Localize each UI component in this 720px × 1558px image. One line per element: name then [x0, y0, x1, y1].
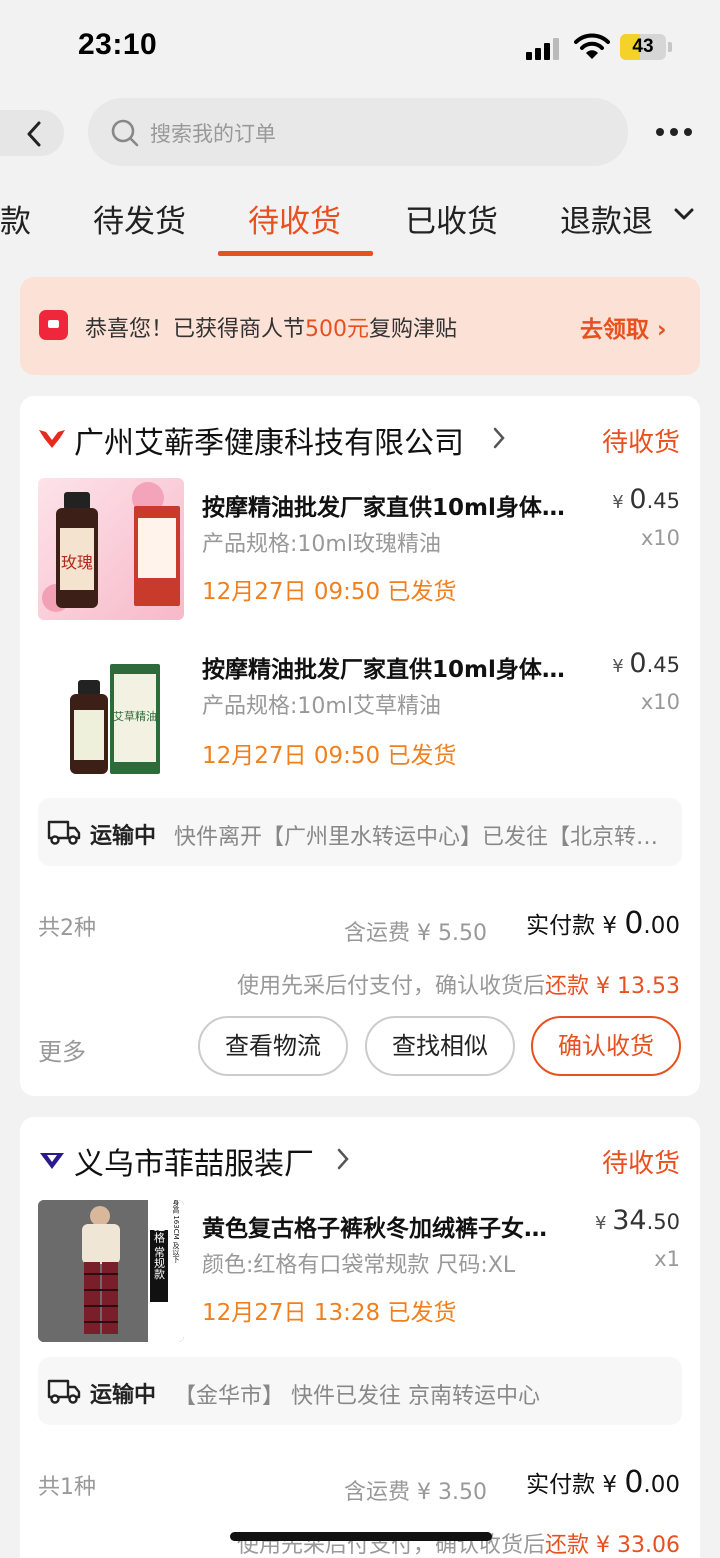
product-price: ¥ 0.45: [612, 484, 680, 515]
tab-to-receive[interactable]: 待收货: [248, 196, 341, 241]
logistics-text: 【金华市】 快件已发往 京南转运中心: [174, 1384, 540, 1409]
order-card: 义乌市菲喆服装厂 待收货 红格 常规款 建议身高 163CM 及以下 黄色复古格…: [20, 1117, 700, 1558]
svg-text:艾草精油: 艾草精油: [113, 709, 157, 723]
truck-icon: [47, 1379, 81, 1404]
svg-text:玫瑰: 玫瑰: [61, 553, 93, 572]
item-count: 共1种: [38, 1475, 96, 1500]
ship-time: 12月27日 09:50 已发货: [202, 579, 457, 605]
logistics-bar[interactable]: 运输中 【金华市】 快件已发往 京南转运中心: [38, 1357, 682, 1425]
product-title[interactable]: 黄色复古格子裤秋冬加绒裤子女宽松: [202, 1209, 564, 1243]
status-bar: 23:10 43: [0, 0, 720, 95]
product-qty: x1: [654, 1247, 680, 1271]
promo-claim-link[interactable]: 去领取 ›: [580, 310, 667, 344]
shop-name[interactable]: 义乌市菲喆服装厂: [74, 1139, 314, 1183]
order-status: 待收货: [601, 428, 680, 458]
shop-name[interactable]: 广州艾蕲季健康科技有限公司: [74, 418, 464, 462]
view-logistics-button[interactable]: 查看物流: [198, 1016, 348, 1076]
signal-icon: [526, 38, 564, 60]
product-price: ¥ 34.50: [595, 1205, 680, 1236]
chevron-down-icon[interactable]: [672, 206, 696, 226]
search-icon: [111, 119, 139, 147]
product-image[interactable]: 玫瑰: [38, 478, 184, 620]
shipping-fee: 含运费 ¥ 5.50: [344, 921, 487, 946]
item-count: 共2种: [38, 916, 96, 941]
product-qty: x10: [640, 526, 680, 550]
chevron-left-icon: [27, 121, 41, 147]
battery-level: 43: [632, 36, 654, 57]
product-title[interactable]: 按摩精油批发厂家直供10ml身体按摩精油: [202, 650, 578, 684]
tab-indicator: [218, 251, 373, 256]
promo-banner[interactable]: 恭喜您！已获得商人节500元复购津贴 去领取 ›: [20, 277, 700, 375]
product-qty: x10: [640, 690, 680, 714]
status-time: 23:10: [78, 28, 158, 61]
product-title[interactable]: 按摩精油批发厂家直供10ml身体按摩精油: [202, 488, 578, 522]
confirm-receipt-button[interactable]: 确认收货: [531, 1016, 681, 1076]
paid-amount: 实付款 ¥ 0.00: [526, 906, 680, 941]
red-packet-icon: [39, 310, 68, 340]
search-placeholder: 搜索我的订单: [150, 122, 276, 146]
order-card: 广州艾蕲季健康科技有限公司 待收货 玫瑰 按摩精油批发厂家直供10ml身体按摩精…: [20, 396, 700, 1096]
wifi-icon: [574, 32, 610, 60]
order-status: 待收货: [601, 1149, 680, 1179]
tab-refund-partial[interactable]: 款: [0, 196, 31, 241]
product-price: ¥ 0.45: [612, 648, 680, 679]
promo-text: 恭喜您！已获得商人节500元复购津贴: [85, 317, 458, 342]
ship-time: 12月27日 13:28 已发货: [202, 1300, 457, 1326]
chevron-right-icon: [492, 426, 506, 454]
more-link[interactable]: 更多: [38, 1032, 86, 1067]
shipping-fee: 含运费 ¥ 3.50: [344, 1480, 487, 1505]
logistics-status: 运输中: [90, 1383, 157, 1408]
find-similar-button[interactable]: 查找相似: [365, 1016, 515, 1076]
tab-to-ship[interactable]: 待发货: [93, 196, 186, 241]
paid-amount: 实付款 ¥ 0.00: [526, 1465, 680, 1500]
more-dots-icon[interactable]: [652, 120, 696, 144]
logistics-status: 运输中: [90, 824, 157, 849]
product-image[interactable]: 红格 常规款 建议身高 163CM 及以下: [38, 1200, 184, 1342]
paylater-note: 使用先采后付支付，确认收货后还款 ¥ 13.53: [237, 974, 680, 999]
shop-logo-icon: [38, 428, 66, 450]
tab-received[interactable]: 已收货: [405, 196, 498, 241]
product-spec: 产品规格:10ml玫瑰精油: [202, 532, 441, 557]
home-indicator: [230, 1532, 492, 1541]
chevron-right-icon: [336, 1147, 350, 1175]
product-image[interactable]: 艾草精油: [38, 640, 184, 782]
tab-refund[interactable]: 退款退: [560, 196, 653, 241]
svg-text:建议身高 163CM 及以下: 建议身高 163CM 及以下: [172, 1200, 180, 1264]
shop-logo-icon: [38, 1149, 66, 1171]
battery-icon: 43: [620, 34, 672, 60]
ship-time: 12月27日 09:50 已发货: [202, 743, 457, 769]
product-spec: 颜色:红格有口袋常规款 尺码:XL: [202, 1253, 516, 1278]
product-spec: 产品规格:10ml艾草精油: [202, 694, 441, 719]
search-input[interactable]: 搜索我的订单: [88, 98, 628, 166]
logistics-text: 快件离开【广州里水转运中心】已发往【北京转运中心】: [174, 825, 670, 850]
truck-icon: [47, 820, 81, 845]
svg-text:红格 常规款: 红格 常规款: [153, 1220, 166, 1279]
back-button[interactable]: [0, 110, 64, 156]
logistics-bar[interactable]: 运输中 快件离开【广州里水转运中心】已发往【北京转运中心】: [38, 798, 682, 866]
